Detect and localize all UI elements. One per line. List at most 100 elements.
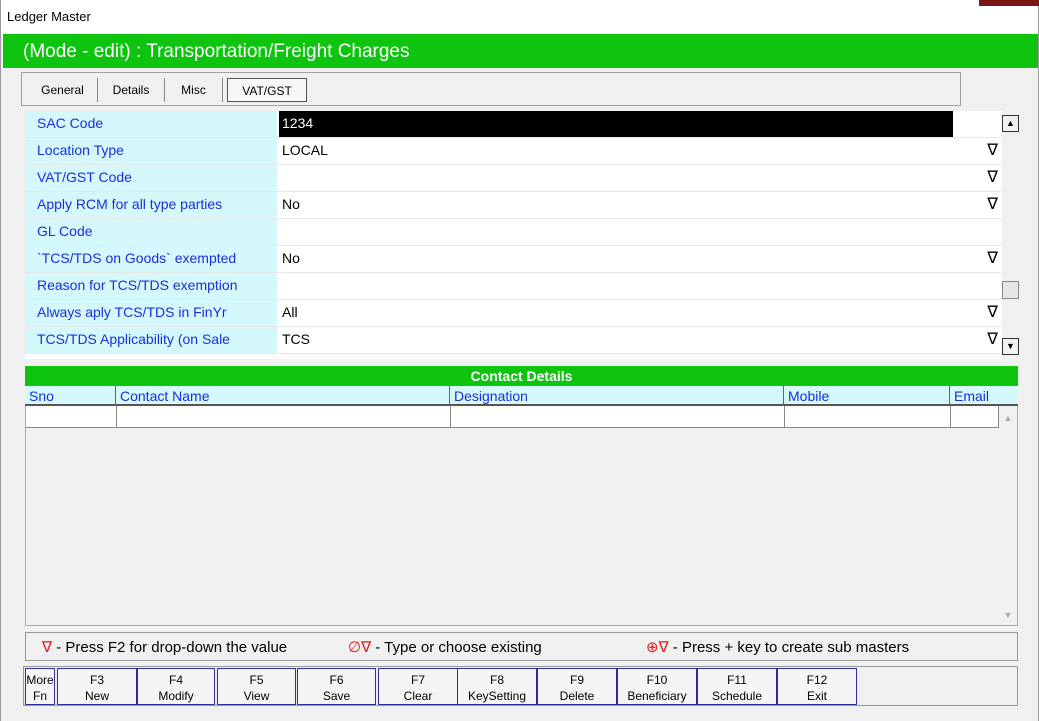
key-name: F3 <box>89 673 104 687</box>
new-button[interactable]: F3 New <box>57 668 137 705</box>
dropdown-icon[interactable]: ∇ <box>987 167 998 187</box>
field-row-always-apply: Always aply TCS/TDS in FinYr All ∇ <box>25 300 1002 327</box>
delete-button[interactable]: F9 Delete <box>537 668 617 705</box>
field-value: LOCAL <box>282 142 328 158</box>
mode-bar: (Mode - edit) : Transportation/Freight C… <box>3 34 1038 68</box>
field-label: SAC Code <box>25 111 277 137</box>
field-row-apply-rcm: Apply RCM for all type parties No ∇ <box>25 192 1002 219</box>
field-label: `TCS/TDS on Goods` exempted <box>25 246 277 272</box>
dropdown-icon[interactable]: ∇ <box>987 329 998 349</box>
field-value: No <box>282 196 300 212</box>
dropdown-icon[interactable]: ∇ <box>987 140 998 160</box>
cell-sno[interactable] <box>26 406 117 428</box>
field-grid: SAC Code 1234 Location Type LOCAL ∇ VAT/G… <box>25 111 1002 359</box>
field-row-location-type: Location Type LOCAL ∇ <box>25 138 1002 165</box>
type-or-choose-icon: ∅∇ <box>348 639 372 656</box>
view-button[interactable]: F5 View <box>217 668 296 705</box>
apply-rcm-select[interactable]: No ∇ <box>279 192 1002 218</box>
key-name: F12 <box>806 673 828 687</box>
field-label: Location Type <box>25 138 277 164</box>
legend-bar: ∇ - Press F2 for drop-down the value ∅∇ … <box>25 632 1018 661</box>
tab-general[interactable]: General <box>28 78 98 102</box>
key-name: F7 <box>410 673 425 687</box>
key-name: F6 <box>329 673 344 687</box>
contact-table-header: Sno Contact Name Designation Mobile Emai… <box>25 386 1018 406</box>
legend-text: - Press + key to create sub masters <box>668 639 910 656</box>
field-row-vat-gst-code: VAT/GST Code ∇ <box>25 165 1002 192</box>
field-row-tcs-tds-exempted: `TCS/TDS on Goods` exempted No ∇ <box>25 246 1002 273</box>
more-fn-button[interactable]: More Fn <box>25 668 55 705</box>
dropdown-icon[interactable]: ∇ <box>987 194 998 214</box>
legend-dropdown: ∇ - Press F2 for drop-down the value <box>42 638 287 656</box>
key-setting-button[interactable]: F8 KeySetting <box>457 668 537 705</box>
field-value: TCS <box>282 331 310 347</box>
field-row-tcs-tds-applicability: TCS/TDS Applicability (on Sale TCS ∇ <box>25 327 1002 354</box>
location-type-select[interactable]: LOCAL ∇ <box>279 138 1002 164</box>
vat-gst-code-select[interactable]: ∇ <box>279 165 1002 191</box>
field-value: No <box>282 250 300 266</box>
key-name: F5 <box>249 673 264 687</box>
tab-misc[interactable]: Misc <box>165 78 223 102</box>
field-label: Reason for TCS/TDS exemption <box>25 273 277 299</box>
function-key-bar: More Fn F3 New F4 Modify F5 View F6 Save F7 Cl… <box>23 666 1018 706</box>
beneficiary-button[interactable]: F10 Beneficiary <box>617 668 697 705</box>
reason-exemption-input[interactable] <box>279 273 1002 299</box>
key-label: Beneficiary <box>627 689 687 703</box>
create-sub-master-icon: ⊕∇ <box>646 639 669 656</box>
key-label: Modify <box>158 689 194 703</box>
schedule-button[interactable]: F11 Schedule <box>697 668 777 705</box>
scroll-up-icon[interactable]: ▲ <box>1002 115 1019 132</box>
tab-vat-gst[interactable]: VAT/GST <box>227 78 307 102</box>
exit-button[interactable]: F12 Exit <box>777 668 857 705</box>
cell-email[interactable] <box>951 406 999 428</box>
dropdown-icon[interactable]: ∇ <box>987 302 998 322</box>
background-window-edge <box>979 0 1039 6</box>
modify-button[interactable]: F4 Modify <box>137 668 215 705</box>
cell-designation[interactable] <box>451 406 785 428</box>
save-button[interactable]: F6 Save <box>297 668 376 705</box>
scrollbar-thumb[interactable] <box>1002 281 1019 299</box>
field-label: Apply RCM for all type parties <box>25 192 277 218</box>
column-header-contact-name[interactable]: Contact Name <box>116 386 450 406</box>
field-grid-scrollbar[interactable]: ▲ ▼ <box>1002 111 1020 359</box>
key-label: Fn <box>32 689 47 703</box>
contact-table-scrollbar[interactable]: ▲ ▼ <box>999 406 1017 624</box>
field-label: TCS/TDS Applicability (on Sale <box>25 327 277 353</box>
dropdown-icon[interactable]: ∇ <box>987 248 998 268</box>
column-header-mobile[interactable]: Mobile <box>784 386 950 406</box>
legend-text: - Press F2 for drop-down the value <box>52 639 288 656</box>
key-label: Save <box>322 689 351 703</box>
column-header-email[interactable]: Email <box>950 386 1018 406</box>
field-row-sac-code: SAC Code 1234 <box>25 111 1002 138</box>
tcs-tds-exempted-select[interactable]: No ∇ <box>279 246 1002 272</box>
contact-details-title: Contact Details <box>25 366 1018 386</box>
field-label: GL Code <box>25 219 277 245</box>
scroll-up-icon[interactable]: ▲ <box>999 409 1017 427</box>
key-label: Clear <box>403 689 433 703</box>
column-header-designation[interactable]: Designation <box>450 386 784 406</box>
sac-code-input[interactable]: 1234 <box>279 111 953 137</box>
dropdown-icon: ∇ <box>42 639 53 656</box>
tab-strip: General Details Misc VAT/GST <box>21 72 961 106</box>
scroll-down-icon[interactable]: ▼ <box>999 606 1017 624</box>
field-row-gl-code: GL Code <box>25 219 1002 246</box>
key-label: KeySetting <box>467 689 527 703</box>
field-row-reason-exemption: Reason for TCS/TDS exemption <box>25 273 1002 300</box>
key-label: Schedule <box>711 689 763 703</box>
scroll-down-icon[interactable]: ▼ <box>1002 338 1019 355</box>
tab-details[interactable]: Details <box>98 78 165 102</box>
key-name: F11 <box>727 673 747 687</box>
always-apply-select[interactable]: All ∇ <box>279 300 1002 326</box>
key-label: Exit <box>806 689 827 703</box>
field-label: Always aply TCS/TDS in FinYr <box>25 300 277 326</box>
tcs-tds-applicability-select[interactable]: TCS ∇ <box>279 327 1002 353</box>
field-value: All <box>282 304 298 320</box>
key-label: New <box>84 689 109 703</box>
cell-contact-name[interactable] <box>117 406 451 428</box>
contact-table-body: ▲ ▼ <box>25 406 1018 626</box>
column-header-sno[interactable]: Sno <box>25 386 116 406</box>
gl-code-input[interactable] <box>279 219 1002 245</box>
cell-mobile[interactable] <box>785 406 951 428</box>
key-name: F10 <box>646 673 668 687</box>
clear-button[interactable]: F7 Clear <box>378 668 458 705</box>
